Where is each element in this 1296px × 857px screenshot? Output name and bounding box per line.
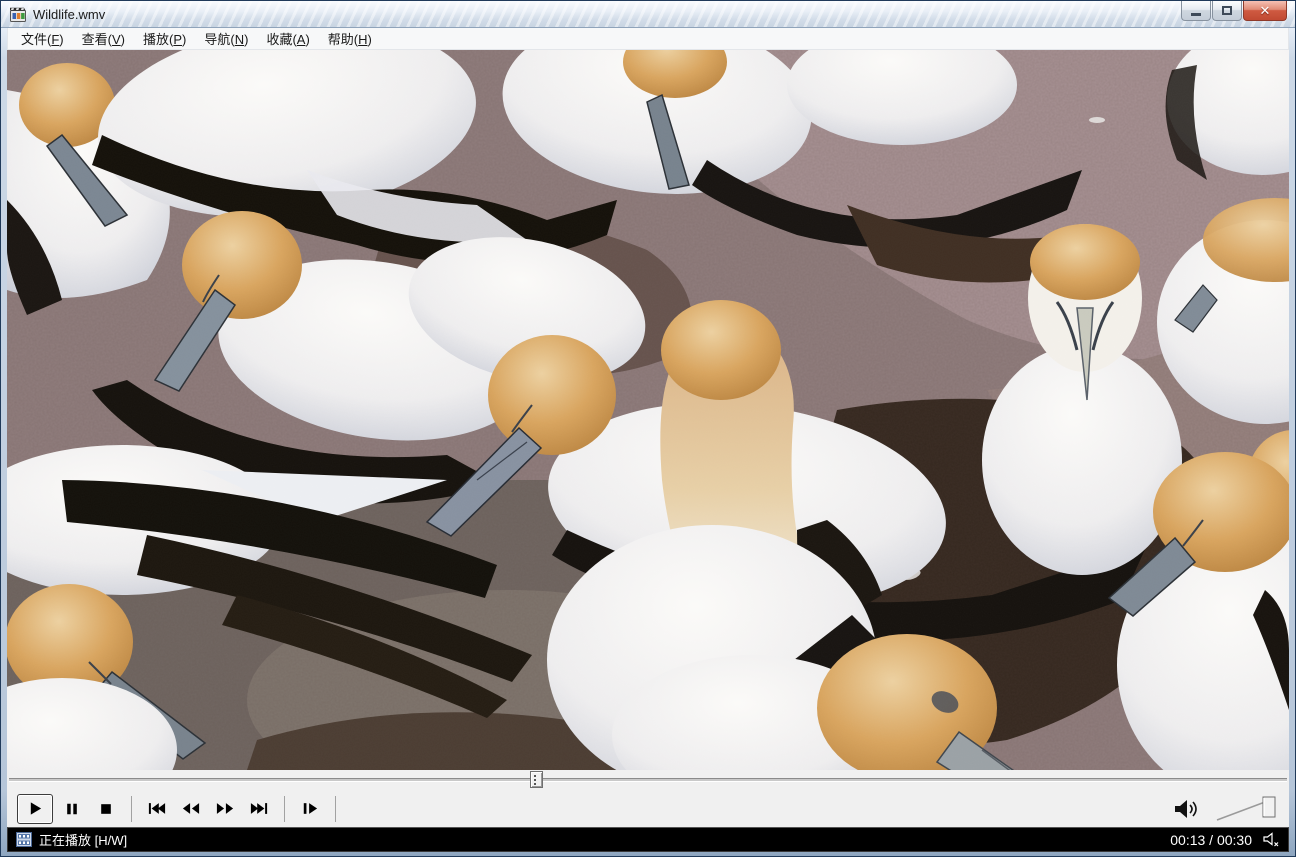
fast-forward-button[interactable] bbox=[210, 794, 240, 824]
app-icon bbox=[10, 7, 27, 22]
status-media-icon bbox=[16, 832, 32, 847]
skip-back-button[interactable] bbox=[142, 794, 172, 824]
toolbar-separator bbox=[335, 796, 336, 822]
frame-step-button[interactable] bbox=[295, 794, 325, 824]
time-display: 00:13 / 00:30 bbox=[1170, 832, 1252, 848]
toolbar-separator bbox=[131, 796, 132, 822]
title-bar[interactable]: Wildlife.wmv ✕ bbox=[1, 1, 1295, 28]
stop-icon bbox=[99, 802, 113, 816]
window-title: Wildlife.wmv bbox=[33, 7, 105, 22]
minimize-button[interactable] bbox=[1181, 1, 1211, 21]
menu-bar: 文件(F) 查看(V) 播放(P) 导航(N) 收藏(A) 帮助(H) bbox=[7, 28, 1289, 50]
menu-view[interactable]: 查看(V) bbox=[73, 27, 134, 50]
skip-forward-button[interactable] bbox=[244, 794, 274, 824]
menu-navigate[interactable]: 导航(N) bbox=[195, 27, 257, 50]
rewind-icon bbox=[182, 802, 200, 815]
skip-forward-icon bbox=[250, 802, 268, 815]
volume-controls bbox=[1165, 794, 1279, 824]
stop-button[interactable] bbox=[91, 794, 121, 824]
video-frame-gannet-colony bbox=[7, 50, 1289, 770]
pause-icon bbox=[65, 802, 79, 816]
seek-bar[interactable] bbox=[7, 770, 1289, 790]
transport-toolbar bbox=[7, 790, 1289, 827]
rewind-button[interactable] bbox=[176, 794, 206, 824]
seek-track[interactable] bbox=[9, 778, 1287, 782]
volume-slider[interactable] bbox=[1213, 794, 1279, 824]
close-icon: ✕ bbox=[1260, 4, 1271, 17]
menu-help[interactable]: 帮助(H) bbox=[319, 27, 381, 50]
status-right: 00:13 / 00:30 bbox=[1170, 832, 1280, 848]
status-bar: 正在播放 [H/W] 00:13 / 00:30 bbox=[7, 827, 1289, 852]
menu-file[interactable]: 文件(F) bbox=[12, 27, 73, 50]
close-button[interactable]: ✕ bbox=[1243, 1, 1287, 21]
pause-button[interactable] bbox=[57, 794, 87, 824]
volume-mute-icon bbox=[1262, 832, 1280, 847]
toolbar-separator bbox=[284, 796, 285, 822]
skip-back-icon bbox=[148, 802, 166, 815]
status-left: 正在播放 [H/W] bbox=[16, 830, 127, 849]
play-icon bbox=[28, 801, 43, 816]
menu-play[interactable]: 播放(P) bbox=[134, 27, 195, 50]
frame-step-icon bbox=[302, 802, 318, 815]
caption-buttons: ✕ bbox=[1180, 1, 1287, 21]
menu-favorites[interactable]: 收藏(A) bbox=[257, 27, 318, 50]
playback-state-text: 正在播放 [H/W] bbox=[39, 830, 127, 849]
maximize-icon bbox=[1222, 6, 1232, 15]
video-display bbox=[7, 50, 1289, 770]
window-frame: 文件(F) 查看(V) 播放(P) 导航(N) 收藏(A) 帮助(H) bbox=[1, 28, 1295, 857]
fast-forward-icon bbox=[216, 802, 234, 815]
mute-toggle-button[interactable] bbox=[1167, 794, 1205, 824]
minimize-icon bbox=[1191, 13, 1201, 16]
volume-thumb[interactable] bbox=[1263, 797, 1275, 817]
play-button[interactable] bbox=[17, 794, 53, 824]
speaker-icon bbox=[1171, 797, 1201, 821]
seek-thumb[interactable] bbox=[530, 771, 543, 788]
maximize-button[interactable] bbox=[1212, 1, 1242, 21]
mpc-window: Wildlife.wmv ✕ 文件(F) 查看(V) 播放(P) 导航(N) 收… bbox=[0, 0, 1296, 857]
